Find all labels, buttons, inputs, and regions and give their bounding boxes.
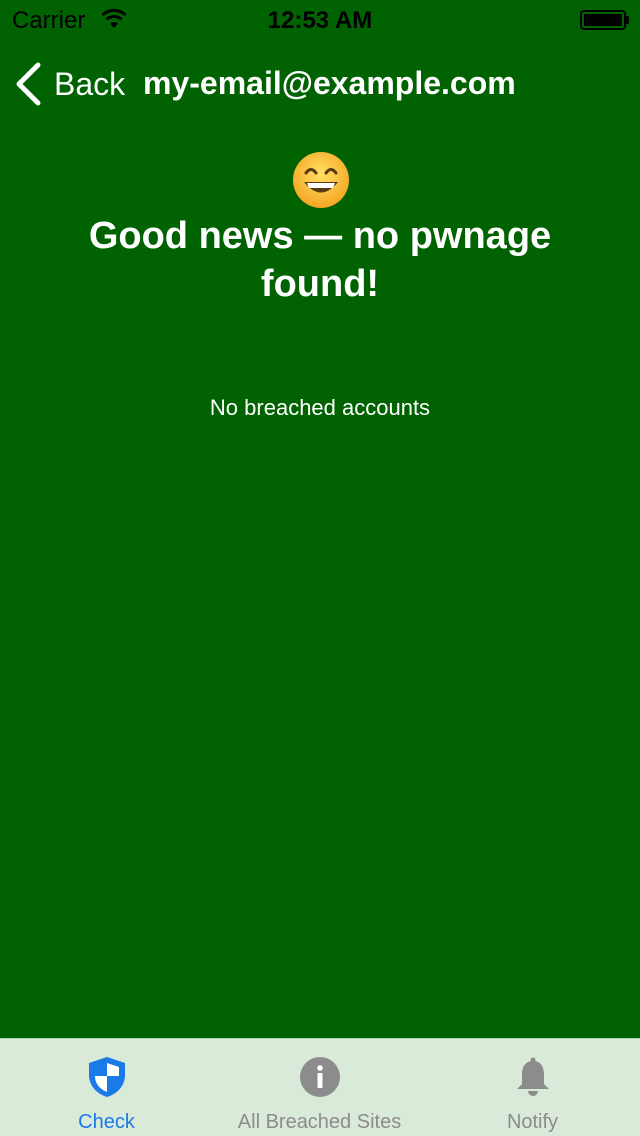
shield-icon (88, 1057, 125, 1097)
screen: Carrier 12:53 AM Back my-email@example.c… (0, 0, 640, 1136)
status-bar: Carrier 12:53 AM (0, 0, 640, 40)
result-headline: Good news — no pwnage found! (88, 215, 552, 305)
back-button[interactable]: Back (14, 62, 125, 106)
tab-check-label: Check (78, 1111, 135, 1133)
info-icon (299, 1057, 340, 1097)
tab-bar: Check All Breached Sites Notify (0, 1038, 640, 1136)
no-breaches-message: No breached accounts (209, 395, 431, 420)
nav-title: my-email@example.com (143, 65, 516, 101)
bell-icon (516, 1057, 549, 1096)
tab-notify[interactable]: Notify (426, 1039, 639, 1136)
tab-notify-label: Notify (506, 1111, 559, 1133)
battery-icon (580, 10, 629, 30)
clock: 12:53 AM (267, 7, 373, 34)
tab-all-breached-sites[interactable]: All Breached Sites (213, 1039, 426, 1136)
chevron-left-icon (16, 62, 41, 106)
back-label: Back (54, 65, 126, 102)
grinning-face-icon (293, 152, 349, 208)
nav-bar: Back my-email@example.com (0, 40, 640, 128)
tab-all-breached-sites-label: All Breached Sites (237, 1111, 402, 1133)
tab-check[interactable]: Check (0, 1039, 213, 1136)
